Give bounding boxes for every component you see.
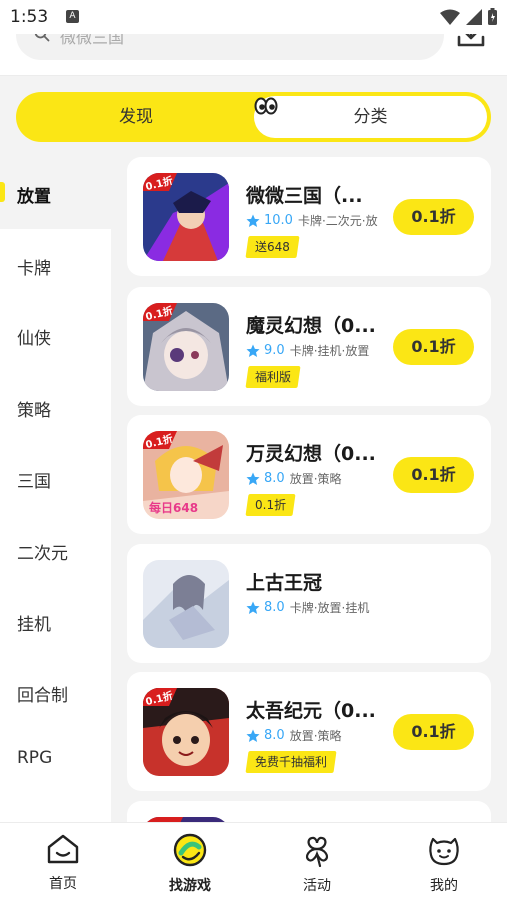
status-bar: 1:53 A [0,0,507,34]
category-item[interactable]: 三国 [17,467,51,492]
tab-category[interactable]: 分类 [254,96,487,138]
game-badge-text: 送648 [255,240,290,254]
profile-face-icon [429,837,459,866]
discount-button[interactable]: 0.1折 [393,714,474,750]
game-title: 魔灵幻想（0... [246,315,376,337]
game-tags: 卡牌·挂机·放置 [289,344,370,358]
nav-activity-label: 活动 [303,878,331,894]
game-title: 微微三国（... [246,185,363,207]
category-item[interactable]: 二次元 [17,539,68,564]
game-card[interactable]: 0.1折 太吾纪元（0... 8.0 放置·策略 免费千抽福利 0.1折 [127,672,491,791]
game-icon [143,560,229,648]
notification-icon: A [66,10,79,23]
nav-activity[interactable]: 活动 [277,833,357,895]
nav-mine-label: 我的 [430,878,458,894]
star-icon [246,344,260,357]
game-badge-text: 0.1折 [255,498,287,512]
game-tags: 卡牌·二次元·放 [297,214,378,228]
activity-clover-icon [305,836,329,868]
star-icon [246,472,260,485]
nav-home-label: 首页 [49,876,77,892]
nav-find-games[interactable]: 找游戏 [150,833,230,895]
battery-icon [488,8,497,25]
find-games-icon [173,833,207,867]
game-meta: 8.0 卡牌·放置·挂机 [246,599,386,616]
star-icon [246,601,260,614]
game-tags: 放置·策略 [289,729,342,743]
game-meta: 8.0 放置·策略 [246,470,386,487]
game-card[interactable]: 上古王冠 8.0 卡牌·放置·挂机 [127,544,491,663]
game-tags: 放置·策略 [289,472,342,486]
game-badge: 送648 [245,236,300,258]
nav-home[interactable]: 首页 [23,833,103,893]
game-rating: 9.0 [264,343,285,358]
game-rating: 8.0 [264,471,285,486]
mascot-eyes-icon [254,97,278,115]
game-badge-text: 免费千抽福利 [255,755,328,769]
category-item[interactable]: 卡牌 [17,254,51,279]
signal-icon [466,8,482,25]
discount-button[interactable]: 0.1折 [393,457,474,493]
category-item[interactable]: 放置 [17,182,51,207]
icon-promo-text: 每日648 [149,501,199,515]
game-badge-text: 福利版 [255,370,292,384]
category-item[interactable]: RPG [17,748,52,768]
game-meta: 8.0 放置·策略 [246,727,386,744]
bottom-nav: 首页 找游戏 活动 我的 [0,822,507,901]
game-title: 万灵幻想（0... [246,443,376,465]
discount-button[interactable]: 0.1折 [393,199,474,235]
game-rating: 8.0 [264,600,285,615]
home-icon [47,834,79,864]
tab-discover[interactable]: 发现 [16,92,256,142]
game-card[interactable]: 0.1折 魔灵幻想（0... 9.0 卡牌·挂机·放置 福利版 0.1折 [127,287,491,406]
star-icon [246,214,260,227]
game-title: 太吾纪元（0... [246,700,376,722]
active-category-indicator [0,182,5,202]
category-item[interactable]: 挂机 [17,610,51,635]
game-icon: 0.1折 [143,173,229,261]
game-meta: 9.0 卡牌·挂机·放置 [246,342,386,359]
category-item[interactable]: 仙侠 [17,324,51,349]
game-badge: 免费千抽福利 [245,751,337,773]
nav-mine[interactable]: 我的 [404,833,484,895]
game-rating: 10.0 [264,213,293,228]
game-icon: 0.1折 [143,303,229,391]
game-badge: 福利版 [245,366,301,388]
game-icon: 0.1折 [143,688,229,776]
game-meta: 10.0 卡牌·二次元·放 [246,212,386,229]
star-icon [246,729,260,742]
game-icon: 0.1折 每日648 [143,431,229,519]
category-sidebar: 放置 卡牌 仙侠 策略 三国 二次元 挂机 回合制 RPG 魔幻 [0,155,111,825]
category-item[interactable]: 回合制 [17,681,68,706]
status-time: 1:53 [10,7,49,27]
game-title: 上古王冠 [246,572,323,594]
game-badge: 0.1折 [245,494,296,516]
game-tags: 卡牌·放置·挂机 [289,601,370,615]
game-card[interactable]: 0.1折 微微三国（... 10.0 卡牌·二次元·放 送648 0.1折 [127,157,491,276]
game-rating: 8.0 [264,728,285,743]
discount-button[interactable]: 0.1折 [393,329,474,365]
game-card[interactable]: 0.1折 每日648 万灵幻想（0... 8.0 放置·策略 0.1折 0.1折 [127,415,491,534]
nav-find-games-label: 找游戏 [169,878,211,894]
category-item[interactable]: 策略 [17,396,51,421]
wifi-icon [440,9,460,25]
